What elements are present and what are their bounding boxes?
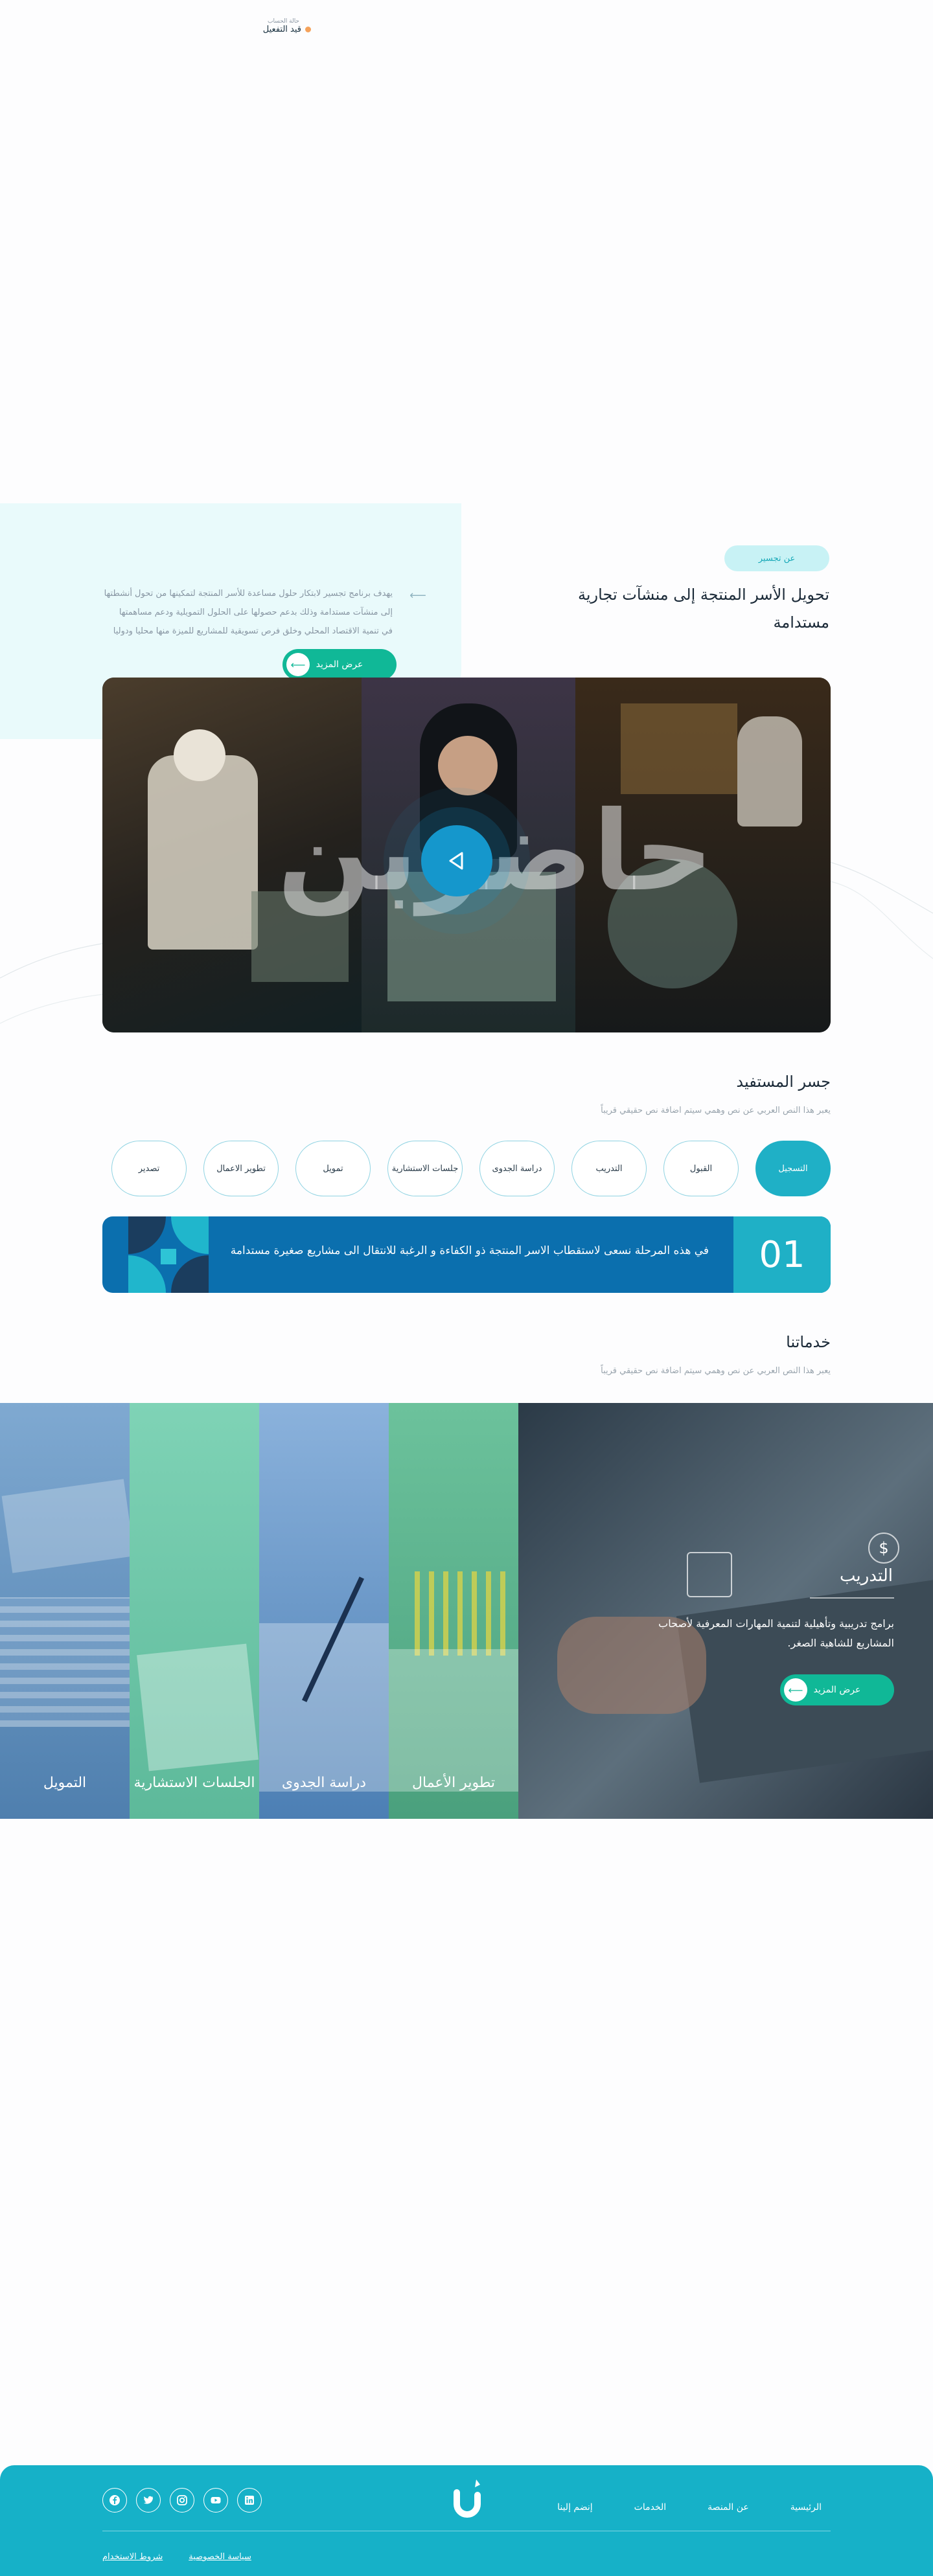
step-consulting[interactable]: جلسات الاستشارية bbox=[387, 1141, 463, 1196]
service-card-training[interactable]: $ التدريب برامج تدريبية وتأهيلية لتنمية … bbox=[518, 1403, 933, 1819]
about-tag: عن تجسير bbox=[724, 545, 829, 571]
services-title: خدماتنا bbox=[786, 1333, 831, 1351]
footer-link-join[interactable]: إنضم إلينا bbox=[557, 2502, 593, 2513]
step-business-dev[interactable]: تطوير الاعمال bbox=[203, 1141, 279, 1196]
play-icon bbox=[449, 852, 463, 870]
account-status: حالة الحساب قيد التفعيل bbox=[233, 18, 311, 34]
step-description: في هذه المرحلة نسعى لاستقطاب الاسر المنت… bbox=[230, 1244, 709, 1257]
pattern-icon bbox=[128, 1216, 209, 1293]
services-subtitle: يعبر هذا النص العربي عن نص وهمي سيتم اضا… bbox=[601, 1366, 831, 1376]
arrow-left-icon: ⟵ bbox=[409, 589, 426, 602]
step-number: 01 bbox=[733, 1216, 831, 1293]
account-status-label: حالة الحساب bbox=[267, 18, 299, 25]
youtube-icon[interactable] bbox=[203, 2488, 228, 2513]
social-links bbox=[102, 2488, 262, 2513]
linkedin-icon[interactable] bbox=[237, 2488, 262, 2513]
service-card-feasibility[interactable]: دراسة الجدوى bbox=[259, 1403, 389, 1819]
service-card-business-dev[interactable]: تطوير الأعمال bbox=[389, 1403, 518, 1819]
footer: الرئيسية عن المنصة الخدمات إنضم إلينا سي… bbox=[0, 2465, 933, 2576]
account-status-value: قيد التفعيل bbox=[262, 25, 301, 34]
privacy-policy-link[interactable]: سياسة الخصوصية bbox=[189, 2552, 251, 2562]
active-step-panel: 01 في هذه المرحلة نسعى لاستقطاب الاسر ال… bbox=[102, 1216, 831, 1293]
terms-of-use-link[interactable]: شروط الاستخدام bbox=[102, 2552, 163, 2562]
about-description: يهدف برنامج تجسير لابتكار حلول مساعدة لل… bbox=[104, 589, 393, 636]
step-funding[interactable]: تمويل bbox=[295, 1141, 371, 1196]
beneficiary-steps: التسجيل القبول التدريب دراسة الجدوى جلسا… bbox=[102, 1141, 831, 1198]
play-button[interactable] bbox=[421, 825, 492, 896]
service-featured-title: التدريب bbox=[840, 1566, 893, 1586]
facebook-icon[interactable] bbox=[102, 2488, 127, 2513]
status-dot-icon bbox=[305, 27, 311, 32]
footer-link-services[interactable]: الخدمات bbox=[634, 2502, 667, 2513]
logo-icon[interactable] bbox=[452, 2476, 483, 2518]
services-gallery: التمويل الجلسات الاستشارية دراسة الجدوى … bbox=[0, 1403, 933, 1819]
dollar-icon: $ bbox=[868, 1533, 899, 1564]
service-more-button[interactable]: عرض المزيد ⟵ bbox=[780, 1674, 894, 1705]
service-card-consulting[interactable]: الجلسات الاستشارية bbox=[130, 1403, 259, 1819]
footer-link-about[interactable]: عن المنصة bbox=[708, 2502, 749, 2513]
step-registration[interactable]: التسجيل bbox=[755, 1141, 831, 1196]
footer-nav: الرئيسية عن المنصة الخدمات إنضم إلينا bbox=[557, 2502, 822, 2513]
bridge-title: جسر المستفيد bbox=[736, 1073, 831, 1091]
about-more-button[interactable]: عرض المزيد ⟵ bbox=[282, 649, 397, 680]
footer-link-home[interactable]: الرئيسية bbox=[790, 2502, 822, 2513]
instagram-icon[interactable] bbox=[170, 2488, 194, 2513]
arrow-left-icon: ⟵ bbox=[286, 653, 310, 676]
step-feasibility[interactable]: دراسة الجدوى bbox=[479, 1141, 555, 1196]
service-card-funding[interactable]: التمويل bbox=[0, 1403, 130, 1819]
bridge-subtitle: يعبر هذا النص العربي عن نص وهمي سيتم اضا… bbox=[601, 1106, 831, 1115]
hero-watermark: حاضربن bbox=[277, 788, 716, 916]
service-featured-desc: برامج تدريبية وتأهيلية لتنمية المهارات ا… bbox=[658, 1617, 894, 1649]
twitter-icon[interactable] bbox=[136, 2488, 161, 2513]
step-export[interactable]: تصدير bbox=[111, 1141, 187, 1196]
step-training[interactable]: التدريب bbox=[571, 1141, 647, 1196]
about-title: تحويل الأسر المنتجة إلى منشآت تجارية مست… bbox=[578, 586, 829, 632]
arrow-left-icon: ⟵ bbox=[784, 1678, 807, 1702]
step-acceptance[interactable]: القبول bbox=[663, 1141, 739, 1196]
footer-legal-links: سياسة الخصوصية شروط الاستخدام bbox=[102, 2552, 251, 2562]
